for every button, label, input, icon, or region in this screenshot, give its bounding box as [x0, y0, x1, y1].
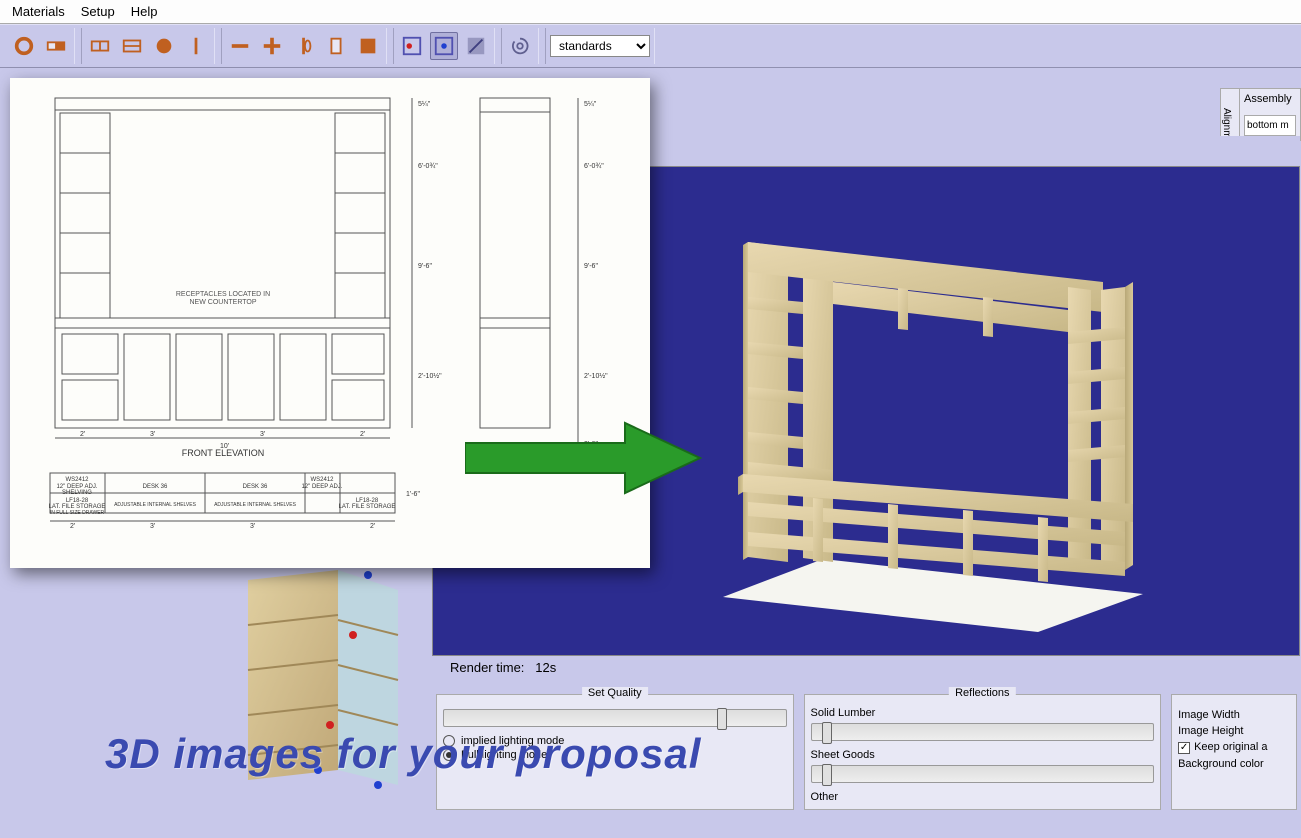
- tool-panel-icon[interactable]: [42, 32, 70, 60]
- svg-text:LAT. FILE STORAGE: LAT. FILE STORAGE: [339, 504, 396, 510]
- assembly-panel: Assembly bottom m: [1239, 88, 1301, 141]
- svg-text:SHELVING: SHELVING: [62, 490, 92, 496]
- tool-spiral-icon[interactable]: [506, 32, 534, 60]
- svg-text:6'-0¾": 6'-0¾": [584, 163, 604, 170]
- render-time-label: Render time:: [450, 660, 524, 675]
- svg-text:IN FULL SIZE DRAWER: IN FULL SIZE DRAWER: [50, 510, 105, 516]
- svg-text:DESK 36: DESK 36: [143, 484, 168, 490]
- quality-slider[interactable]: [443, 709, 787, 727]
- svg-text:3': 3': [150, 523, 155, 530]
- svg-text:5¼": 5¼": [584, 101, 597, 108]
- tool-line-icon[interactable]: [182, 32, 210, 60]
- svg-text:NEW COUNTERTOP: NEW COUNTERTOP: [189, 299, 256, 306]
- svg-text:ADJUSTABLE INTERNAL SHELVES: ADJUSTABLE INTERNAL SHELVES: [214, 502, 297, 508]
- svg-text:5¼": 5¼": [418, 101, 431, 108]
- standards-select[interactable]: standards: [550, 35, 650, 57]
- reflections-panel: Reflections Solid Lumber Sheet Goods Oth…: [804, 694, 1162, 810]
- svg-text:3': 3': [250, 523, 255, 530]
- solid-lumber-label: Solid Lumber: [811, 707, 1155, 719]
- sheet-goods-label: Sheet Goods: [811, 749, 1155, 761]
- solid-lumber-slider[interactable]: [811, 723, 1155, 741]
- assembly-header: Assembly: [1244, 93, 1296, 105]
- bg-color-label: Background color: [1178, 758, 1290, 770]
- tool-align-blue-icon[interactable]: [430, 32, 458, 60]
- svg-text:2': 2': [70, 523, 75, 530]
- tool-align-red-icon[interactable]: [398, 32, 426, 60]
- tool-midrail-icon[interactable]: [118, 32, 146, 60]
- toolbar: standards: [0, 24, 1301, 68]
- sheet-goods-slider[interactable]: [811, 765, 1155, 783]
- svg-text:2': 2': [80, 431, 85, 438]
- menu-materials[interactable]: Materials: [12, 4, 65, 19]
- tool-square-icon[interactable]: [354, 32, 382, 60]
- svg-text:10': 10': [220, 443, 229, 450]
- menu-setup[interactable]: Setup: [81, 4, 115, 19]
- assembly-item[interactable]: bottom m: [1244, 115, 1296, 136]
- svg-text:WS2412: WS2412: [65, 477, 89, 483]
- image-width-label: Image Width: [1178, 709, 1290, 721]
- quality-legend: Set Quality: [582, 687, 648, 699]
- svg-text:1'-6": 1'-6": [406, 491, 420, 498]
- tool-split-icon[interactable]: [86, 32, 114, 60]
- promo-caption: 3D images for your proposal: [105, 730, 701, 778]
- svg-text:9'-6": 9'-6": [584, 263, 598, 270]
- menu-bar: Materials Setup Help: [0, 0, 1301, 24]
- svg-text:3': 3': [150, 431, 155, 438]
- svg-text:DESK 36: DESK 36: [243, 484, 268, 490]
- image-panel: Image Width Image Height ✓Keep original …: [1171, 694, 1297, 810]
- reflections-legend: Reflections: [949, 687, 1015, 699]
- svg-text:2': 2': [370, 523, 375, 530]
- svg-text:2': 2': [360, 431, 365, 438]
- tool-handle-icon[interactable]: [290, 32, 318, 60]
- image-height-label: Image Height: [1178, 725, 1290, 737]
- svg-text:RECEPTACLES LOCATED IN: RECEPTACLES LOCATED IN: [176, 291, 270, 298]
- menu-help[interactable]: Help: [131, 4, 158, 19]
- svg-text:WS2412: WS2412: [310, 477, 334, 483]
- svg-text:2'-10½": 2'-10½": [584, 372, 608, 380]
- svg-text:3': 3': [260, 431, 265, 438]
- tool-door-icon[interactable]: [322, 32, 350, 60]
- rendered-cabinet: [673, 202, 1193, 642]
- tool-disc-icon[interactable]: [150, 32, 178, 60]
- arrow-icon: [465, 418, 705, 498]
- svg-text:12" DEEP ADJ.: 12" DEEP ADJ.: [301, 484, 342, 490]
- svg-text:2'-10½": 2'-10½": [418, 372, 442, 380]
- svg-text:9'-6": 9'-6": [418, 263, 432, 270]
- render-time-value: 12s: [535, 660, 556, 675]
- tool-ring-icon[interactable]: [10, 32, 38, 60]
- tool-bar-icon[interactable]: [226, 32, 254, 60]
- svg-text:6'-0¾": 6'-0¾": [418, 163, 438, 170]
- tool-plus-icon[interactable]: [258, 32, 286, 60]
- render-time: Render time: 12s: [450, 660, 556, 675]
- other-label: Other: [811, 791, 1155, 803]
- keep-aspect-checkbox[interactable]: ✓Keep original a: [1178, 741, 1290, 754]
- tool-angle-icon[interactable]: [462, 32, 490, 60]
- svg-text:ADJUSTABLE INTERNAL SHELVES: ADJUSTABLE INTERNAL SHELVES: [114, 502, 197, 508]
